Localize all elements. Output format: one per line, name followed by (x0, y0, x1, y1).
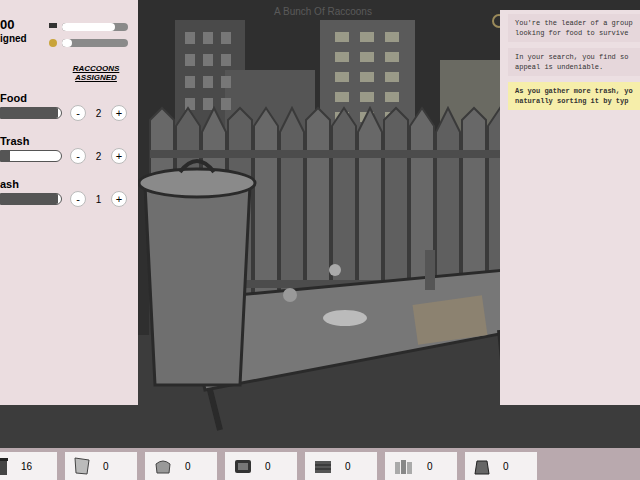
raccoon-count: 00 (0, 18, 48, 32)
bag-icon (153, 456, 173, 476)
inventory-count: 0 (265, 459, 271, 474)
inventory-count: 16 (21, 459, 32, 474)
inventory-slot[interactable]: 0 (305, 452, 377, 480)
sack-icon (473, 456, 491, 476)
inventory-slot[interactable]: 0 (385, 452, 457, 480)
job-row: Food-2+ (0, 92, 138, 121)
job-count: 1 (86, 192, 111, 207)
stat-row (48, 22, 128, 32)
job-label: ash (0, 178, 138, 191)
inventory-bar: 16 0 0 0 0 0 0 (0, 448, 640, 480)
raccoon-label: igned (0, 32, 48, 46)
box-icon (313, 456, 333, 476)
inventory-count: 0 (345, 459, 351, 474)
job-count: 2 (86, 149, 111, 164)
tv-icon (233, 456, 253, 476)
paper-icon (73, 456, 91, 476)
story-entry: As you gather more trash, yonaturally so… (508, 82, 640, 110)
stats: 00igned (0, 0, 138, 48)
job-bar (0, 107, 62, 119)
stat-bar (62, 23, 128, 31)
inventory-slot[interactable]: 0 (225, 452, 297, 480)
stat-row (48, 38, 128, 48)
plus-button[interactable]: + (111, 191, 127, 207)
story-panel: You're the leader of a grouplooking for … (500, 10, 640, 405)
inventory-slot[interactable]: 0 (145, 452, 217, 480)
stat-bar (62, 39, 128, 47)
inventory-count: 0 (427, 459, 433, 474)
job-label: Food (0, 92, 138, 105)
job-label: Trash (0, 135, 138, 148)
story-entry: In your search, you find soappeal is und… (508, 48, 640, 76)
job-list: Food-2+Trash-2+ash-1+ (0, 92, 138, 207)
paw-icon (48, 38, 58, 48)
inventory-count: 0 (503, 459, 509, 474)
bottles-icon (393, 456, 415, 476)
job-row: ash-1+ (0, 178, 138, 207)
trash-can-icon (0, 456, 9, 476)
inventory-count: 0 (185, 459, 191, 474)
job-row: Trash-2+ (0, 135, 138, 164)
top-center: A Bunch Of Raccoons (138, 0, 500, 448)
story-entry: You're the leader of a grouplooking for … (508, 14, 640, 42)
minus-button[interactable]: - (70, 105, 86, 121)
game-title: A Bunch Of Raccoons (274, 4, 372, 19)
inventory-slot[interactable]: 0 (465, 452, 537, 480)
plus-button[interactable]: + (111, 148, 127, 164)
plus-button[interactable]: + (111, 105, 127, 121)
inventory-slot[interactable]: 16 (0, 452, 57, 480)
job-count: 2 (86, 106, 111, 121)
play-area: 00ignedRACCOONS ASSIGNEDFood-2+Trash-2+a… (0, 0, 640, 448)
inventory-count: 0 (103, 459, 109, 474)
minus-button[interactable]: - (70, 191, 86, 207)
assign-header: RACCOONS ASSIGNED (70, 64, 122, 82)
assign-panel: 00ignedRACCOONS ASSIGNEDFood-2+Trash-2+a… (0, 0, 138, 405)
inventory-slot[interactable]: 0 (65, 452, 137, 480)
job-bar (0, 150, 62, 162)
minus-button[interactable]: - (70, 148, 86, 164)
game-screen: 00ignedRACCOONS ASSIGNEDFood-2+Trash-2+a… (0, 0, 640, 480)
job-bar (0, 193, 62, 205)
flag-icon (48, 22, 58, 32)
